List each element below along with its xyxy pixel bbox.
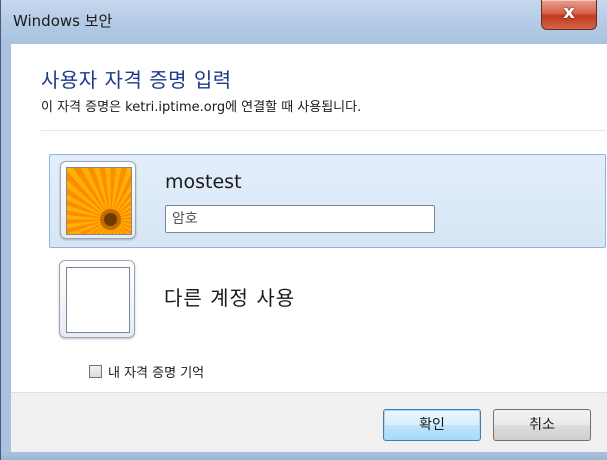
credential-tile-selected[interactable]: mostest xyxy=(49,154,606,248)
username-label: mostest xyxy=(165,171,242,193)
dialog-content: 사용자 자격 증명 입력 이 자격 증명은 ketri.iptime.org에 … xyxy=(11,44,607,392)
avatar xyxy=(60,161,136,239)
window-title: Windows 보안 xyxy=(13,12,113,30)
cancel-button[interactable]: 취소 xyxy=(493,409,591,441)
other-account-label: 다른 계정 사용 xyxy=(164,286,296,310)
dialog-heading: 사용자 자격 증명 입력 xyxy=(41,68,232,92)
security-dialog-window: Windows 보안 x 사용자 자격 증명 입력 이 자격 증명은 ketri… xyxy=(0,0,607,460)
password-input[interactable] xyxy=(165,205,435,233)
dialog-subheading: 이 자격 증명은 ketri.iptime.org에 연결할 때 사용됩니다. xyxy=(41,100,362,115)
title-bar[interactable]: Windows 보안 x xyxy=(1,0,607,44)
close-icon: x xyxy=(563,2,575,23)
divider xyxy=(41,130,606,131)
flower-avatar-icon xyxy=(66,167,132,235)
blank-avatar xyxy=(59,260,135,338)
button-bar: 확인 취소 xyxy=(11,392,607,453)
ok-button[interactable]: 확인 xyxy=(383,409,481,441)
remember-label: 내 자격 증명 기억 xyxy=(108,366,205,381)
close-button[interactable]: x xyxy=(541,0,597,30)
credential-tile-other-account[interactable]: 다른 계정 사용 xyxy=(49,254,606,344)
window-bottom-border xyxy=(1,452,607,460)
remember-checkbox[interactable] xyxy=(89,365,102,378)
blank-user-icon xyxy=(66,267,130,333)
remember-credentials[interactable]: 내 자격 증명 기억 xyxy=(89,362,204,381)
